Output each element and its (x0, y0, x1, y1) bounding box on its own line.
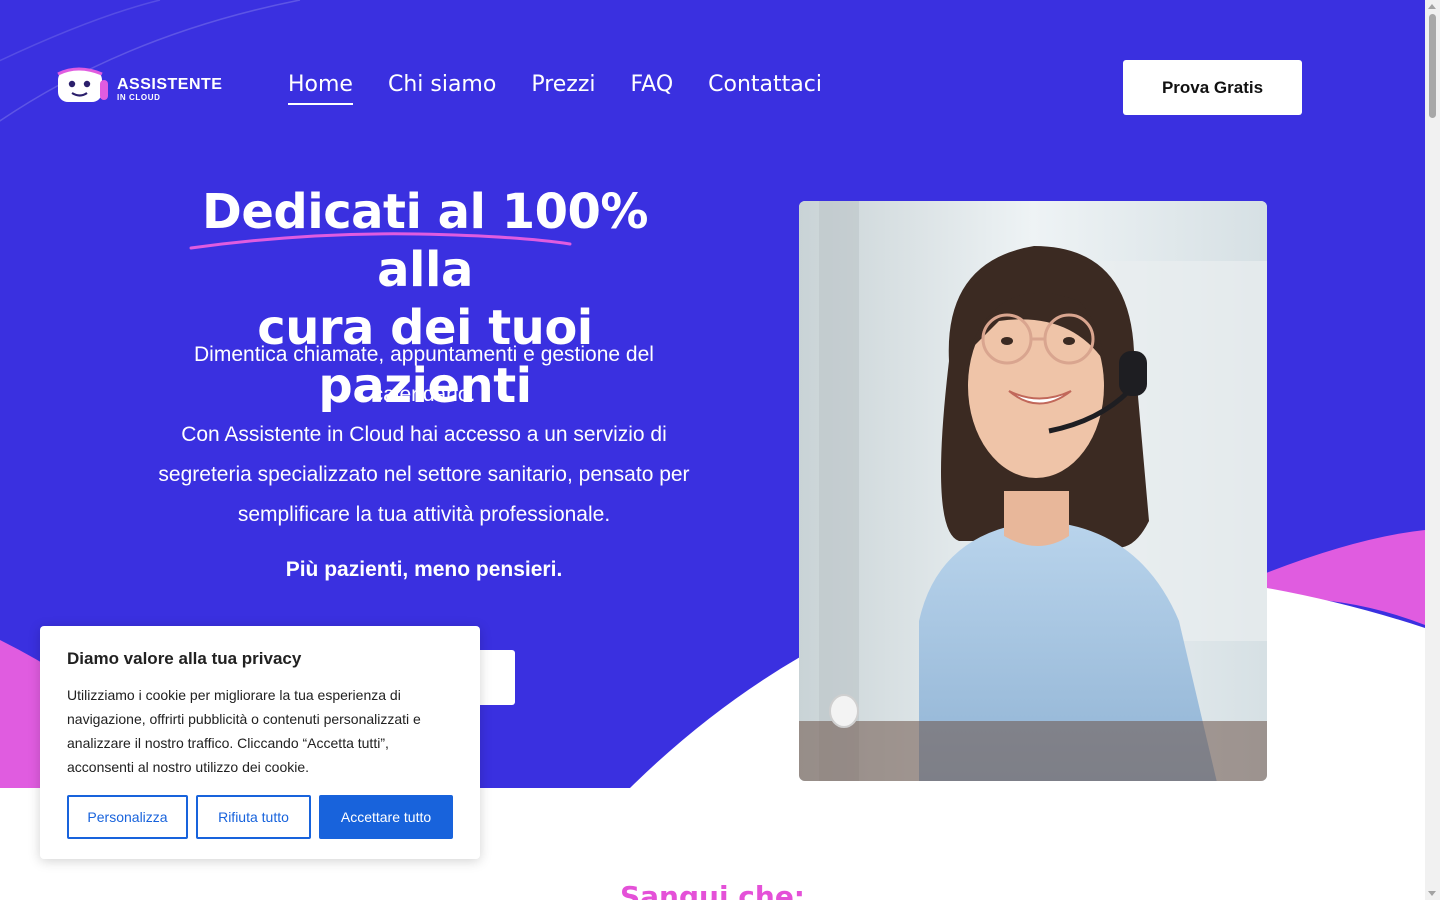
cookie-title: Diamo valore alla tua privacy (67, 649, 302, 668)
page: ASSISTENTE IN CLOUD Home Chi siamo Prezz… (0, 0, 1425, 900)
accept-all-button[interactable]: Accettare tutto (319, 795, 453, 839)
logo[interactable]: ASSISTENTE IN CLOUD (56, 66, 226, 108)
main-nav: Home Chi siamo Prezzi FAQ Contattaci (288, 72, 857, 105)
cookie-text: Utilizziamo i cookie per migliorare la t… (67, 687, 421, 775)
scrollbar-thumb[interactable] (1429, 14, 1436, 118)
robot-headset-icon (57, 67, 108, 102)
nav-item-chi-siamo[interactable]: Chi siamo (388, 72, 496, 105)
cookie-consent-banner: Diamo valore alla tua privacy Utilizziam… (40, 626, 480, 859)
nav-item-contattaci[interactable]: Contattaci (708, 72, 822, 105)
reject-all-button[interactable]: Rifiuta tutto (196, 795, 311, 839)
hero-photo (799, 201, 1267, 781)
hero-paragraph-1: Dimentica chiamate, appuntamenti e gesti… (194, 343, 654, 406)
logo-subtitle: IN CLOUD (117, 93, 161, 102)
nav-item-home[interactable]: Home (288, 72, 353, 105)
hero-description: Dimentica chiamate, appuntamenti e gesti… (150, 335, 698, 535)
hero-tagline: Più pazienti, meno pensieri. (285, 558, 563, 581)
page-scrollbar[interactable] (1425, 0, 1440, 900)
nav-item-faq[interactable]: FAQ (631, 72, 674, 105)
scroll-up-icon[interactable] (1428, 4, 1436, 9)
nav-item-prezzi[interactable]: Prezzi (531, 72, 595, 105)
headline-underline (189, 232, 572, 250)
customize-button[interactable]: Personalizza (67, 795, 188, 839)
logo-title: ASSISTENTE (117, 76, 223, 93)
free-trial-button[interactable]: Prova Gratis (1123, 60, 1302, 115)
receptionist-image (799, 201, 1267, 781)
hero-paragraph-2: Con Assistente in Cloud hai accesso a un… (158, 423, 690, 526)
scroll-down-icon[interactable] (1428, 891, 1436, 896)
next-section-title: Sangui che: (619, 880, 806, 900)
